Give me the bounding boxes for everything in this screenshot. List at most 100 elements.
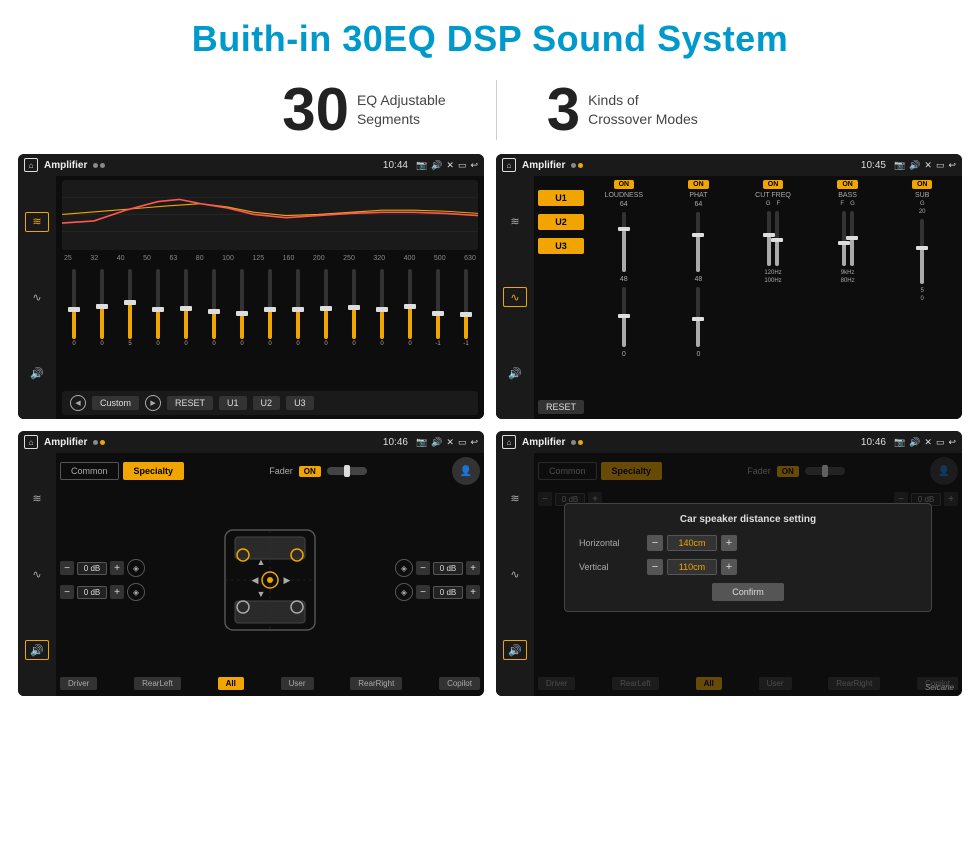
phat-slider[interactable] (696, 212, 700, 272)
specialty-top-row-4: Common Specialty Fader ON 👤 (538, 457, 958, 485)
plus-btn-4[interactable]: + (466, 585, 480, 599)
fader-on[interactable]: ON (299, 466, 321, 477)
vol-icon-4[interactable]: 🔊 (503, 640, 527, 660)
u2-crossover[interactable]: U2 (538, 214, 584, 230)
eq-icon-2[interactable]: ≋ (503, 212, 527, 232)
prev-btn[interactable]: ◀ (70, 395, 86, 411)
phat-on[interactable]: ON (688, 180, 709, 189)
rear-left-btn[interactable]: RearLeft (134, 677, 181, 690)
sub-on[interactable]: ON (912, 180, 933, 189)
specialty-tab-4[interactable]: Specialty (601, 462, 663, 480)
wave-icon-4[interactable]: ∿ (503, 564, 527, 584)
all-btn[interactable]: All (218, 677, 244, 690)
slider-2[interactable]: 0 (90, 269, 114, 385)
common-tab-4[interactable]: Common (538, 462, 597, 480)
fader-slider[interactable] (327, 467, 367, 475)
u1-btn-1[interactable]: U1 (219, 396, 247, 410)
confirm-button[interactable]: Confirm (712, 583, 784, 601)
user-btn-4[interactable]: User (759, 677, 792, 690)
plus-btn-3[interactable]: + (466, 561, 480, 575)
copilot-btn[interactable]: Copilot (439, 677, 480, 690)
vertical-plus[interactable]: + (721, 559, 737, 575)
slider-12[interactable]: 0 (370, 269, 394, 385)
home-icon-1[interactable]: ⌂ (24, 158, 38, 172)
specialty-tab-3[interactable]: Specialty (123, 462, 185, 480)
slider-11[interactable]: 0 (342, 269, 366, 385)
minus-btn-3[interactable]: − (416, 561, 430, 575)
home-icon-2[interactable]: ⌂ (502, 158, 516, 172)
slider-6[interactable]: 0 (202, 269, 226, 385)
person-icon-4: 👤 (930, 457, 958, 485)
home-icon-3[interactable]: ⌂ (24, 435, 38, 449)
slider-13[interactable]: 0 (398, 269, 422, 385)
phat-slider2[interactable] (696, 287, 700, 347)
bass-slider-g[interactable] (850, 211, 854, 266)
wave-icon-2[interactable]: ∿ (503, 287, 527, 307)
plus-btn-6[interactable]: + (944, 492, 958, 506)
eq-icon-1[interactable]: ≋ (25, 212, 49, 232)
horizontal-plus[interactable]: + (721, 535, 737, 551)
common-tab-3[interactable]: Common (60, 462, 119, 480)
rear-left-btn-4[interactable]: RearLeft (612, 677, 659, 690)
slider-8[interactable]: 0 (258, 269, 282, 385)
loudness-on[interactable]: ON (614, 180, 635, 189)
fader-slider-4[interactable] (805, 467, 845, 475)
screen-content-2: ≋ ∿ 🔊 U1 U2 U3 RESET ON LOUDNESS (496, 176, 962, 419)
rear-right-btn-4[interactable]: RearRight (828, 677, 880, 690)
u3-btn-1[interactable]: U3 (286, 396, 314, 410)
slider-9[interactable]: 0 (286, 269, 310, 385)
wave-icon-1[interactable]: ∿ (25, 287, 49, 307)
slider-14[interactable]: -1 (426, 269, 450, 385)
cutfreq-on[interactable]: ON (763, 180, 784, 189)
next-btn[interactable]: ▶ (145, 395, 161, 411)
wave-icon-3[interactable]: ∿ (25, 564, 49, 584)
u3-crossover[interactable]: U3 (538, 238, 584, 254)
cutfreq-slider-f[interactable] (775, 211, 779, 266)
vol-icon-1[interactable]: 🔊 (25, 363, 49, 383)
plus-btn-1[interactable]: + (110, 561, 124, 575)
minus-btn-4[interactable]: − (416, 585, 430, 599)
car-diagram-3: ▲ ▼ ◀ ▶ (149, 488, 391, 672)
fader-on-4[interactable]: ON (777, 466, 799, 477)
minus-btn-5[interactable]: − (538, 492, 552, 506)
eq-icon-3[interactable]: ≋ (25, 489, 49, 509)
driver-btn-4[interactable]: Driver (538, 677, 575, 690)
vol-icon-3[interactable]: 🔊 (25, 640, 49, 660)
eq-icon-4[interactable]: ≋ (503, 489, 527, 509)
plus-btn-2[interactable]: + (110, 585, 124, 599)
back-icon-4[interactable]: ↩ (948, 437, 956, 448)
u1-crossover[interactable]: U1 (538, 190, 584, 206)
back-icon-1[interactable]: ↩ (470, 160, 478, 171)
loudness-slider2[interactable] (622, 287, 626, 347)
reset-btn-1[interactable]: RESET (167, 396, 213, 410)
back-icon-3[interactable]: ↩ (470, 437, 478, 448)
loudness-slider[interactable] (622, 212, 626, 272)
slider-10[interactable]: 0 (314, 269, 338, 385)
all-btn-4[interactable]: All (696, 677, 722, 690)
back-icon-2[interactable]: ↩ (948, 160, 956, 171)
minus-btn-2[interactable]: − (60, 585, 74, 599)
sub-slider[interactable] (920, 219, 924, 284)
rear-right-btn[interactable]: RearRight (350, 677, 402, 690)
home-icon-4[interactable]: ⌂ (502, 435, 516, 449)
slider-3[interactable]: 5 (118, 269, 142, 385)
bass-on[interactable]: ON (837, 180, 858, 189)
u2-btn-1[interactable]: U2 (253, 396, 281, 410)
slider-1[interactable]: 0 (62, 269, 86, 385)
reset-crossover[interactable]: RESET (538, 400, 584, 414)
horizontal-minus[interactable]: − (647, 535, 663, 551)
minus-btn-1[interactable]: − (60, 561, 74, 575)
app-name-3: Amplifier (44, 437, 87, 448)
user-btn[interactable]: User (281, 677, 314, 690)
vertical-minus[interactable]: − (647, 559, 663, 575)
slider-15[interactable]: -1 (454, 269, 478, 385)
custom-btn[interactable]: Custom (92, 396, 139, 410)
bass-slider-f[interactable] (842, 211, 846, 266)
slider-4[interactable]: 0 (146, 269, 170, 385)
status-bar-2: ⌂ Amplifier 10:45 📷 🔊 ✕ ▭ ↩ (496, 154, 962, 176)
slider-5[interactable]: 0 (174, 269, 198, 385)
driver-btn[interactable]: Driver (60, 677, 97, 690)
app-name-4: Amplifier (522, 437, 565, 448)
slider-7[interactable]: 0 (230, 269, 254, 385)
vol-icon-2[interactable]: 🔊 (503, 363, 527, 383)
